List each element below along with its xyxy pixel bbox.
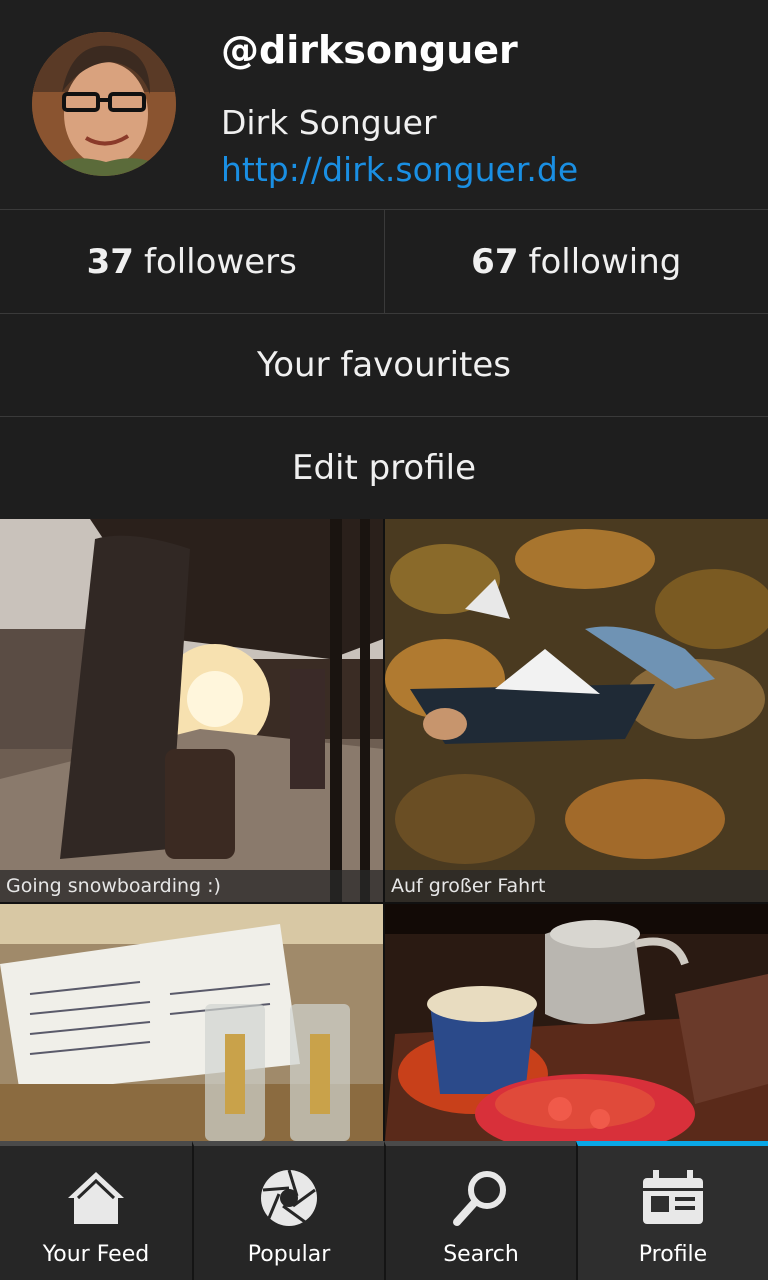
- photo-tile[interactable]: [385, 904, 768, 1141]
- search-icon: [453, 1171, 506, 1226]
- followers-count: 37: [86, 241, 134, 282]
- edit-profile-label: Edit profile: [291, 448, 477, 488]
- photo-caption: Auf großer Fahrt: [385, 870, 768, 902]
- stats-row: 37 followers 67 following: [0, 210, 768, 314]
- website-link[interactable]: http://dirk.songuer.de: [221, 150, 578, 189]
- full-name: Dirk Songuer: [221, 103, 437, 142]
- profile-calendar-icon: [643, 1170, 703, 1224]
- following-label: following: [528, 241, 682, 282]
- username: @dirksonguer: [221, 28, 518, 72]
- following-count: 67: [471, 241, 519, 282]
- bottom-tab-bar: Your Feed Popular Search Profile: [0, 1141, 768, 1280]
- photo-caption: Going snowboarding :): [0, 870, 383, 902]
- aperture-icon: [261, 1169, 317, 1226]
- tab-label: Popular: [247, 1242, 331, 1267]
- followers-label: followers: [143, 241, 297, 282]
- following-button[interactable]: 67 following: [383, 210, 768, 313]
- profile-header: @dirksonguer Dirk Songuer http://dirk.so…: [0, 0, 768, 210]
- favourites-label: Your favourites: [256, 345, 512, 385]
- tab-your-feed[interactable]: Your Feed: [0, 1141, 192, 1280]
- tab-search[interactable]: Search: [384, 1141, 576, 1280]
- tab-profile[interactable]: Profile: [576, 1141, 768, 1280]
- followers-button[interactable]: 37 followers: [0, 210, 384, 313]
- photo-tile[interactable]: Going snowboarding :): [0, 519, 383, 902]
- tab-label: Profile: [638, 1242, 708, 1267]
- photo-grid: Going snowboarding :) Auf großer Fahrt: [0, 519, 768, 1141]
- avatar[interactable]: [32, 32, 176, 176]
- photo-tile[interactable]: Auf großer Fahrt: [385, 519, 768, 902]
- tab-popular[interactable]: Popular: [192, 1141, 384, 1280]
- tab-label: Search: [443, 1242, 519, 1267]
- favourites-button[interactable]: Your favourites: [0, 314, 768, 417]
- tab-label: Your Feed: [42, 1242, 150, 1267]
- home-icon: [68, 1172, 124, 1224]
- photo-tile[interactable]: [0, 904, 383, 1141]
- edit-profile-button[interactable]: Edit profile: [0, 417, 768, 520]
